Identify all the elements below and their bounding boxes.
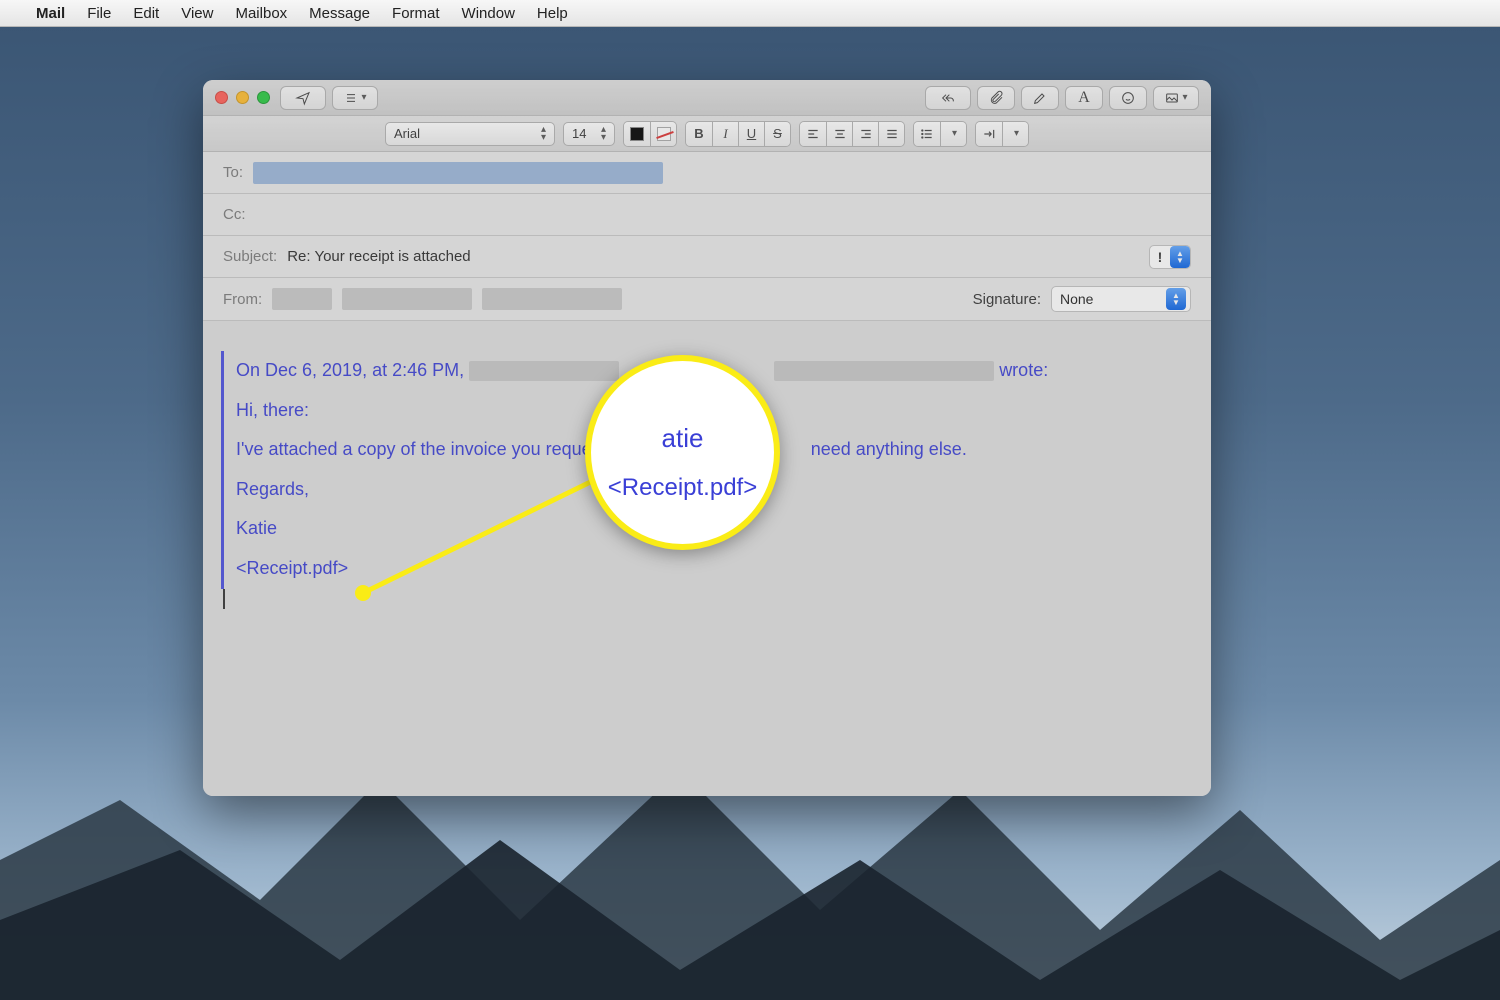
paperplane-icon [295, 90, 311, 106]
chevron-down-icon: ▾ [952, 128, 957, 139]
underline-button[interactable]: U [738, 122, 764, 146]
callout-frag-main: <Receipt.pdf> [608, 474, 757, 502]
signature-value: None [1060, 291, 1093, 307]
markup-icon [1032, 90, 1048, 106]
markup-button[interactable] [1021, 86, 1059, 110]
list-icon [343, 90, 359, 106]
cc-label: Cc: [223, 206, 246, 223]
font-size-select[interactable]: 14 ▴▾ [563, 122, 615, 146]
highlight-color-button[interactable] [650, 122, 676, 146]
chevron-down-icon: ▾ [1014, 128, 1019, 139]
chevron-down-icon: ▾ [361, 92, 366, 103]
indent-menu-button[interactable]: ▾ [1002, 122, 1028, 146]
align-left-button[interactable] [800, 122, 826, 146]
quote-date: On Dec 6, 2019, at 2:46 PM, [236, 360, 464, 380]
zoom-button[interactable] [257, 91, 270, 104]
list-menu-button[interactable]: ▾ [940, 122, 966, 146]
reply-all-icon [940, 90, 956, 106]
indent-button[interactable] [976, 122, 1002, 146]
color-swatch [630, 127, 644, 141]
signature-stepper[interactable]: ▲▼ [1166, 288, 1186, 310]
from-redacted [272, 288, 332, 310]
list-button[interactable] [914, 122, 940, 146]
align-center-button[interactable] [826, 122, 852, 146]
close-button[interactable] [215, 91, 228, 104]
priority-stepper[interactable]: ▲▼ [1170, 246, 1190, 268]
stepper-icon: ▴▾ [601, 126, 606, 142]
callout-magnifier: atie <Receipt.pdf> [585, 355, 780, 550]
subject-label: Subject: [223, 248, 277, 265]
minimize-button[interactable] [236, 91, 249, 104]
paperclip-icon [988, 90, 1004, 106]
attach-button[interactable] [977, 86, 1015, 110]
format-toolbar: Arial ▴▾ 14 ▴▾ B I U S ▾ ▾ [203, 116, 1211, 152]
from-redacted [342, 288, 472, 310]
subject-row[interactable]: Subject: Re: Your receipt is attached ! … [203, 236, 1211, 278]
photo-icon [1164, 90, 1180, 106]
emoji-button[interactable] [1109, 86, 1147, 110]
text-color-button[interactable] [624, 122, 650, 146]
quote-wrote: wrote: [999, 360, 1048, 380]
bold-button[interactable]: B [686, 122, 712, 146]
subject-value: Re: Your receipt is attached [287, 248, 470, 265]
quote-line-attached-b: need anything else. [811, 439, 967, 459]
to-recipient-redacted [253, 162, 663, 184]
send-button[interactable] [280, 86, 326, 110]
strike-button[interactable]: S [764, 122, 790, 146]
menu-help[interactable]: Help [537, 5, 568, 22]
fonts-button[interactable]: A [1065, 86, 1103, 110]
from-redacted [482, 288, 622, 310]
to-label: To: [223, 164, 243, 181]
from-row: From: Signature: None ▲▼ [203, 278, 1211, 320]
menu-window[interactable]: Window [462, 5, 515, 22]
header-fields-button[interactable]: ▾ [332, 86, 378, 110]
macos-menubar: Mail File Edit View Mailbox Message Form… [0, 0, 1500, 27]
italic-button[interactable]: I [712, 122, 738, 146]
no-color-icon [657, 127, 671, 141]
sender-redacted [469, 361, 619, 381]
font-family-value: Arial [394, 126, 420, 141]
quote-line-attached-a: I've attached a copy of the invoice you … [236, 439, 601, 459]
callout-frag-top: atie [662, 423, 704, 454]
reply-all-button[interactable] [925, 86, 971, 110]
window-titlebar: ▾ A ▾ [203, 80, 1211, 116]
font-size-value: 14 [572, 126, 586, 141]
menu-view[interactable]: View [181, 5, 213, 22]
menu-edit[interactable]: Edit [133, 5, 159, 22]
menu-mailbox[interactable]: Mailbox [235, 5, 287, 22]
menu-format[interactable]: Format [392, 5, 440, 22]
text-cursor [223, 589, 225, 609]
signature-label: Signature: [973, 291, 1041, 308]
quote-attachment: <Receipt.pdf> [236, 549, 1193, 589]
window-controls [215, 91, 270, 104]
priority-control[interactable]: ! ▲▼ [1149, 245, 1191, 269]
align-justify-button[interactable] [878, 122, 904, 146]
media-button[interactable]: ▾ [1153, 86, 1199, 110]
cc-row[interactable]: Cc: [203, 194, 1211, 236]
app-menu[interactable]: Mail [36, 5, 65, 22]
align-right-button[interactable] [852, 122, 878, 146]
stepper-icon: ▴▾ [541, 126, 546, 142]
font-family-select[interactable]: Arial ▴▾ [385, 122, 555, 146]
chevron-down-icon: ▾ [1182, 92, 1187, 103]
signature-select[interactable]: None ▲▼ [1051, 286, 1191, 312]
menu-message[interactable]: Message [309, 5, 370, 22]
from-label: From: [223, 291, 262, 308]
priority-mark: ! [1150, 249, 1170, 265]
menu-file[interactable]: File [87, 5, 111, 22]
to-row[interactable]: To: [203, 152, 1211, 194]
smiley-icon [1120, 90, 1136, 106]
sender-redacted [774, 361, 994, 381]
message-headers: To: Cc: Subject: Re: Your receipt is att… [203, 152, 1211, 321]
